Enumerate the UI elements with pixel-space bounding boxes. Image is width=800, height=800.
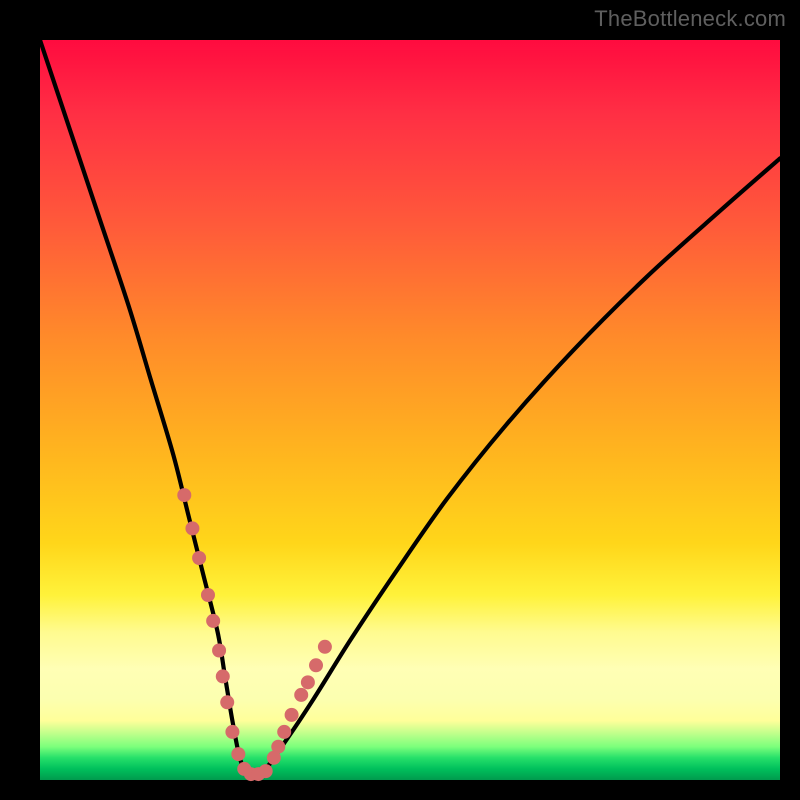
highlight-dot	[201, 588, 215, 602]
highlight-dot	[231, 747, 245, 761]
highlight-dot	[220, 695, 234, 709]
highlight-dot	[318, 640, 332, 654]
highlight-dot	[259, 764, 273, 778]
plot-area	[40, 40, 780, 780]
highlight-dot	[271, 740, 285, 754]
plot-svg	[40, 40, 780, 780]
bottleneck-curve	[40, 40, 780, 775]
highlight-dot	[177, 488, 191, 502]
highlight-dots-group	[177, 488, 332, 781]
highlight-dot	[216, 669, 230, 683]
highlight-dot	[301, 675, 315, 689]
highlight-dot	[294, 688, 308, 702]
highlight-dot	[309, 658, 323, 672]
highlight-dot	[277, 725, 291, 739]
watermark-text: TheBottleneck.com	[594, 6, 786, 32]
highlight-dot	[212, 644, 226, 658]
highlight-dot	[192, 551, 206, 565]
highlight-dot	[206, 614, 220, 628]
highlight-dot	[285, 708, 299, 722]
highlight-dot	[225, 725, 239, 739]
chart-stage: TheBottleneck.com	[0, 0, 800, 800]
highlight-dot	[185, 521, 199, 535]
